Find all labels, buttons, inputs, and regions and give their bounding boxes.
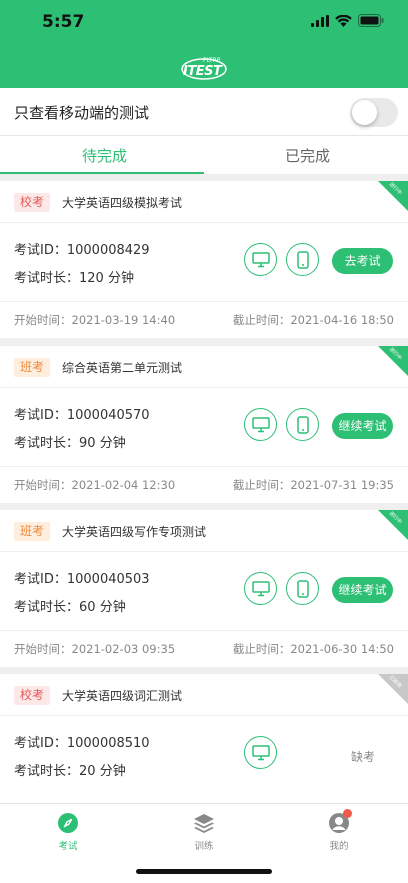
exam-id: 考试ID：1000040503: [14, 572, 150, 587]
logo-text: ITEST: [183, 64, 222, 79]
tab-training[interactable]: 训练: [174, 812, 234, 852]
exam-card[interactable]: 班考 大学英语四级写作专项测试 进行中 考试ID：1000040503 考试时长…: [0, 510, 408, 667]
exam-title: 综合英语第二单元测试: [62, 361, 183, 375]
exam-id: 考试ID：1000008429: [14, 243, 150, 258]
notification-dot: [343, 809, 352, 818]
continue-exam-button[interactable]: 继续考试: [332, 577, 393, 603]
exam-type-badge: 班考: [14, 358, 51, 377]
exam-card[interactable]: 班考 综合英语第二单元测试 进行中 考试ID：1000040570 考试时长：9…: [0, 346, 408, 503]
itest-logo: FLTRP ITEST: [180, 52, 228, 82]
start-time: 开始时间：2021-02-04 12:30: [14, 478, 176, 492]
exam-type-badge: 校考: [14, 193, 51, 212]
status-ribbon: 进行中: [378, 510, 408, 540]
exam-type-badge: 班考: [14, 522, 51, 541]
start-time: 开始时间：2021-03-19 14:40: [14, 313, 176, 327]
continue-exam-button[interactable]: 继续考试: [332, 413, 393, 439]
battery-icon: [358, 14, 384, 27]
start-time: 开始时间：2021-02-03 09:35: [14, 642, 176, 656]
exam-title: 大学英语四级模拟考试: [62, 196, 183, 210]
end-time: 截止时间：2021-06-30 14:50: [232, 642, 394, 656]
mobile-filter-row: 只查看移动端的测试: [0, 88, 408, 136]
exam-duration: 考试时长：20 分钟: [14, 764, 126, 779]
exam-id: 考试ID：1000040570: [14, 408, 150, 423]
toggle-knob: [352, 100, 377, 125]
tab-exam[interactable]: 考试: [38, 812, 98, 852]
exam-title: 大学英语四级写作专项测试: [62, 525, 207, 539]
status-icons: [311, 14, 384, 27]
absent-status: 缺考: [351, 750, 376, 764]
wifi-icon: [335, 14, 352, 27]
end-time: 截止时间：2021-04-16 18:50: [232, 313, 394, 327]
card-header: 校考 大学英语四级词汇测试: [0, 674, 408, 716]
compass-icon: [57, 812, 79, 834]
status-tabs: 待完成 已完成: [0, 136, 408, 174]
tab-profile-label: 我的: [329, 841, 349, 852]
mobile-icon[interactable]: [286, 572, 319, 605]
mobile-filter-label: 只查看移动端的测试: [14, 104, 150, 122]
status-time: 5:57: [42, 12, 85, 32]
mobile-icon[interactable]: [286, 243, 319, 276]
exam-card[interactable]: 校考 大学英语四级词汇测试 已结束 考试ID：1000008510 考试时长：2…: [0, 674, 408, 803]
status-ribbon: 已结束: [378, 674, 408, 704]
home-indicator: [136, 869, 272, 874]
exam-title: 大学英语四级词汇测试: [62, 689, 183, 703]
app-header: 5:57 FLTRP ITEST: [0, 0, 408, 88]
exam-duration: 考试时长：60 分钟: [14, 600, 126, 615]
mobile-icon[interactable]: [286, 408, 319, 441]
active-tab-indicator: [0, 172, 204, 174]
mobile-filter-toggle[interactable]: [350, 98, 398, 127]
card-header: 班考 综合英语第二单元测试: [0, 346, 408, 388]
desktop-icon[interactable]: [244, 572, 277, 605]
status-ribbon: 进行中: [378, 181, 408, 211]
desktop-icon[interactable]: [244, 243, 277, 276]
tab-profile[interactable]: 我的: [309, 809, 369, 852]
layers-icon: [193, 812, 215, 834]
tab-exam-label: 考试: [58, 841, 78, 852]
exam-duration: 考试时长：90 分钟: [14, 436, 126, 451]
start-exam-button[interactable]: 去考试: [332, 248, 393, 274]
exam-type-badge: 校考: [14, 686, 51, 705]
signal-icon: [311, 14, 329, 27]
desktop-icon[interactable]: [244, 408, 277, 441]
card-header: 校考 大学英语四级模拟考试: [0, 181, 408, 223]
exam-card[interactable]: 校考 大学英语四级模拟考试 进行中 考试ID：1000008429 考试时长：1…: [0, 181, 408, 338]
tab-pending[interactable]: 待完成: [82, 145, 127, 166]
status-ribbon: 进行中: [378, 346, 408, 376]
tab-completed[interactable]: 已完成: [285, 145, 330, 166]
card-header: 班考 大学英语四级写作专项测试: [0, 510, 408, 552]
desktop-icon[interactable]: [244, 736, 277, 769]
exam-duration: 考试时长：120 分钟: [14, 271, 134, 286]
tab-training-label: 训练: [194, 841, 214, 852]
logo-small-text: FLTRP: [203, 57, 221, 64]
end-time: 截止时间：2021-07-31 19:35: [232, 478, 394, 492]
profile-icon: [328, 809, 352, 834]
exam-id: 考试ID：1000008510: [14, 736, 150, 751]
